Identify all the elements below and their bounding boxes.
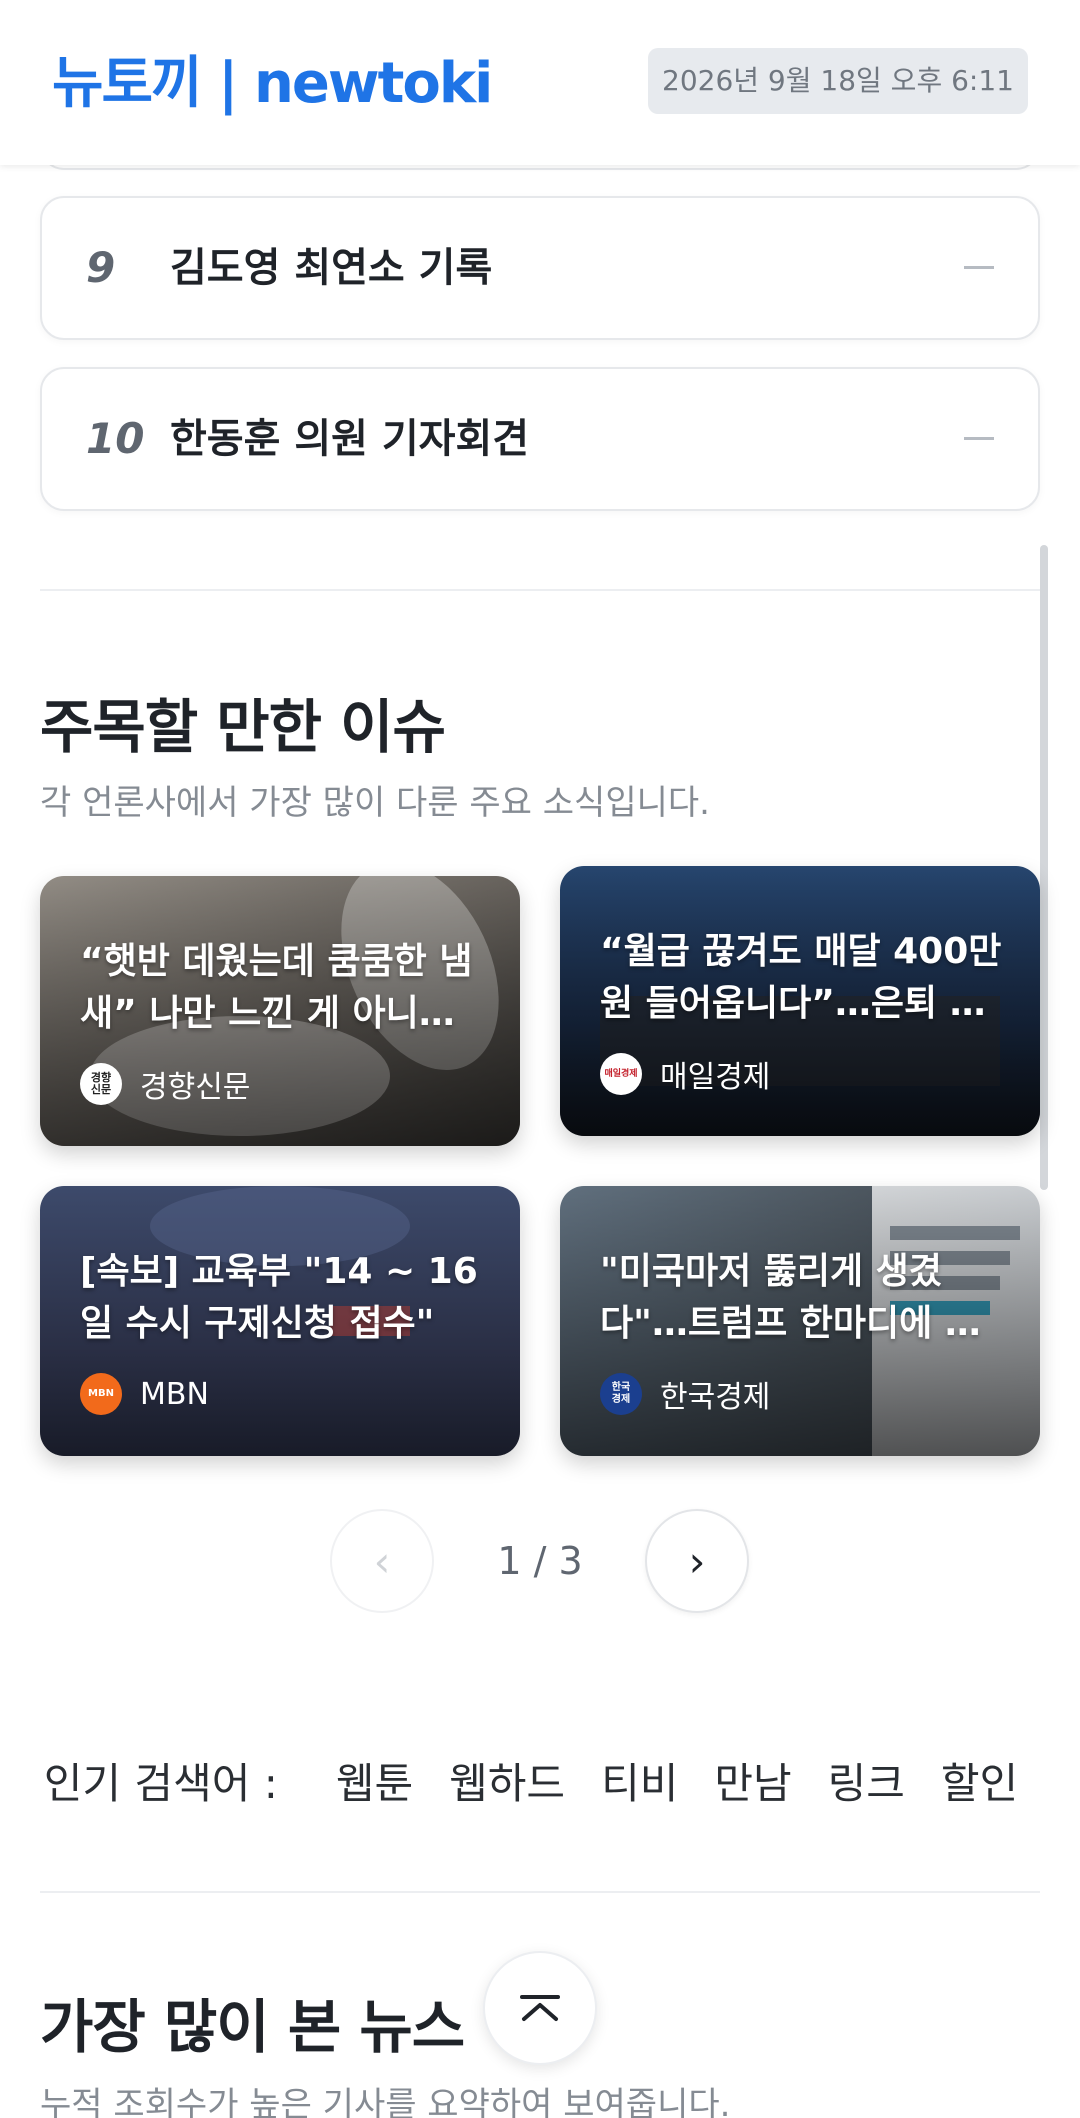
news-source: 매일경제 매일경제 [600,1052,770,1096]
section-divider [40,589,1040,591]
most-viewed-section-title: 가장 많이 본 뉴스 [40,1993,465,2061]
hankyung-logo-icon: 한국 경제 [600,1373,642,1415]
popular-search-bar: 인기 검색어 : 웹툰 웹하드 티비 만남 링크 할인 [0,1740,1080,1820]
ranking-item[interactable]: 9 김도영 최연소 기록 [40,196,1040,340]
site-logo[interactable]: 뉴토끼 | newtoki [52,48,493,120]
news-source-name: 매일경제 [660,1060,771,1095]
popular-keyword[interactable]: 할인 [941,1750,1018,1811]
popular-keyword[interactable]: 웹하드 [449,1750,565,1811]
popular-keyword[interactable]: 링크 [828,1750,905,1811]
site-header: 뉴토끼 | newtoki 2026년 9월 18일 오후 6:11 [0,0,1080,165]
news-card[interactable]: “월급 끊겨도 매달 400만원 들어옵니다”…은퇴 … 매일경제 매일경제 [560,866,1040,1136]
rank-change-dash-icon [964,266,994,269]
ranking-item[interactable]: 10 한동훈 의원 기자회견 [40,367,1040,511]
news-card-title: "미국마저 뚫리게 생겼다"…트럼프 한마디에 … [600,1251,981,1344]
scrollbar-thumb[interactable] [1040,545,1048,1190]
popular-keyword[interactable]: 만남 [714,1750,791,1811]
news-card-title: [속보] 교육부 "14 ~ 16일 수시 구제신청 접수" [80,1251,478,1344]
pager-next-button[interactable]: › [645,1509,749,1613]
rank-number: 9 [86,243,116,292]
most-viewed-section-subtitle: 누적 조회수가 높은 기사를 요약하여 보여줍니다. [40,2085,731,2118]
rank-change-dash-icon [964,437,994,440]
news-source: 한국 경제 한국경제 [600,1372,770,1416]
popular-keyword[interactable]: 티비 [601,1750,678,1811]
issues-section-title: 주목할 만한 이슈 [40,693,446,761]
mbn-logo-icon: MBN [80,1373,122,1415]
maeil-logo-icon: 매일경제 [600,1053,642,1095]
chevron-up-icon [520,1995,560,2021]
rank-keyword: 한동훈 의원 기자회견 [170,416,530,462]
news-source-name: 경향신문 [140,1070,251,1105]
pager-indicator: 1 / 3 [497,1539,583,1583]
issues-section-subtitle: 각 언론사에서 가장 많이 다룬 주요 소식입니다. [40,783,710,823]
news-source: 경향 신문 경향신문 [80,1062,250,1106]
news-card[interactable]: "미국마저 뚫리게 생겼다"…트럼프 한마디에 … 한국 경제 한국경제 [560,1186,1040,1456]
section-divider [40,1891,1040,1893]
news-card[interactable]: “햇반 데웠는데 쿰쿰한 냄새” 나만 느낀 게 아니… 경향 신문 경향신문 [40,876,520,1146]
scroll-top-button[interactable] [483,1951,597,2065]
pager-prev-button[interactable]: ‹ [330,1509,434,1613]
news-card-title: “월급 끊겨도 매달 400만원 들어옵니다”…은퇴 … [600,931,1002,1024]
news-source-name: MBN [140,1376,209,1412]
news-source: MBN MBN [80,1372,209,1416]
news-source-name: 한국경제 [660,1380,771,1415]
popular-keyword[interactable]: 웹툰 [336,1750,413,1811]
kyunghyang-logo-icon: 경향 신문 [80,1063,122,1105]
datetime-badge: 2026년 9월 18일 오후 6:11 [648,48,1028,114]
rank-number: 10 [86,414,145,463]
news-card[interactable]: [속보] 교육부 "14 ~ 16일 수시 구제신청 접수" MBN MBN [40,1186,520,1456]
news-card-title: “햇반 데웠는데 쿰쿰한 냄새” 나만 느낀 게 아니… [80,941,473,1034]
popular-search-label: 인기 검색어 : [43,1758,278,1808]
rank-keyword: 김도영 최연소 기록 [170,245,493,291]
